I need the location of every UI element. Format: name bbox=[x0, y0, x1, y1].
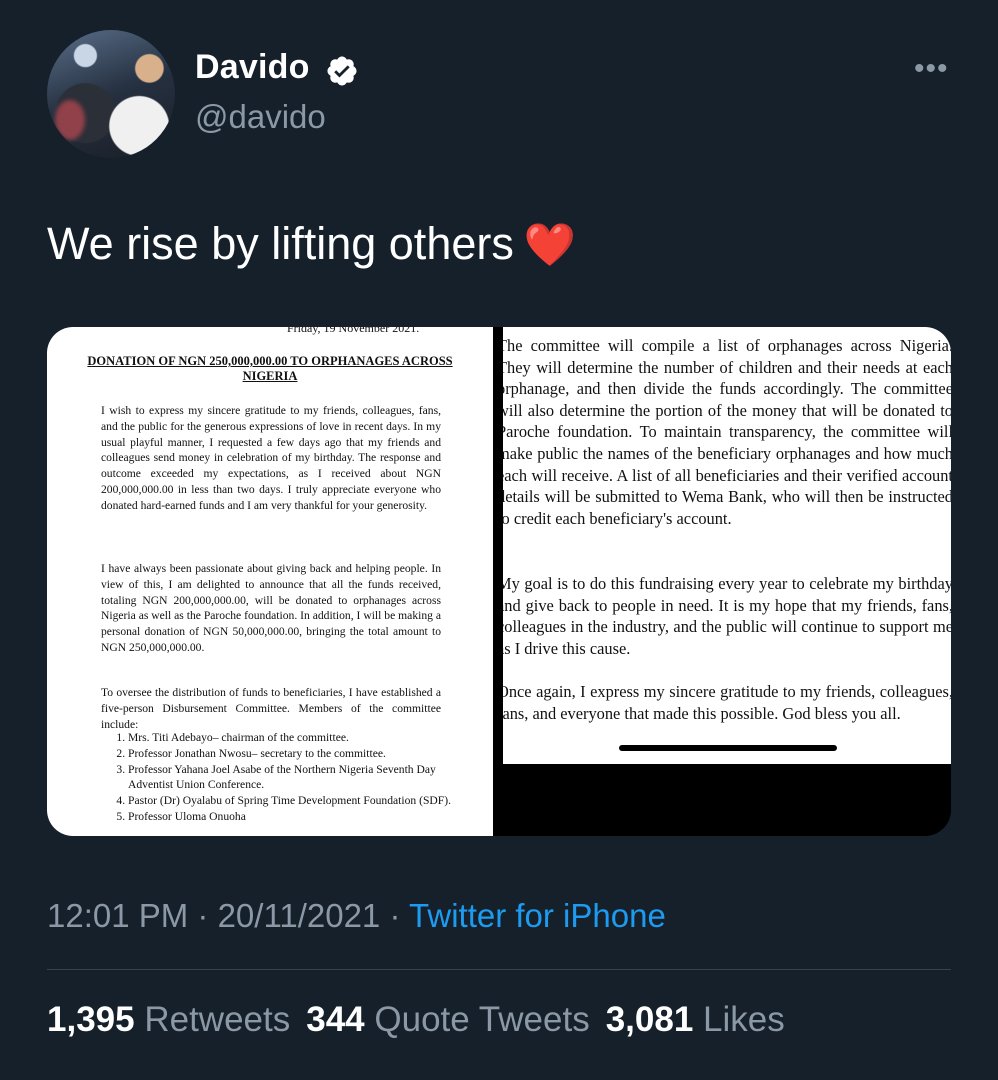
doc-paragraph: To oversee the distribution of funds to … bbox=[101, 686, 441, 731]
tweet-text: We rise by lifting others ❤️ bbox=[47, 216, 576, 273]
list-item: Pastor (Dr) Oyalabu of Spring Time Devel… bbox=[128, 793, 470, 809]
quote-tweets-stat[interactable]: 344 Quote Tweets bbox=[306, 1000, 605, 1039]
author-name[interactable]: Davido bbox=[195, 48, 310, 87]
list-item: Professor Yahana Joel Asabe of the North… bbox=[128, 762, 470, 794]
quote-tweets-count: 344 bbox=[306, 1000, 365, 1039]
author-handle[interactable]: @davido bbox=[195, 98, 326, 136]
media-grid[interactable]: Friday, 19 November 2021. DONATION OF NG… bbox=[47, 327, 951, 836]
retweets-stat[interactable]: 1,395 Retweets bbox=[47, 1000, 306, 1039]
tweet-time[interactable]: 12:01 PM bbox=[47, 897, 188, 934]
likes-count: 3,081 bbox=[605, 1000, 694, 1039]
meta-separator: · bbox=[380, 897, 410, 934]
list-item: Professor Uloma Onuoha bbox=[128, 809, 470, 825]
tweet-source-link[interactable]: Twitter for iPhone bbox=[409, 897, 666, 934]
red-heart-emoji-icon: ❤️ bbox=[523, 221, 577, 268]
tweet-body: We rise by lifting others bbox=[47, 218, 514, 269]
list-item: Mrs. Titi Adebayo– chairman of the commi… bbox=[128, 730, 470, 746]
doc-paragraph: Once again, I express my sincere gratitu… bbox=[503, 682, 951, 723]
media-image-1[interactable]: Friday, 19 November 2021. DONATION OF NG… bbox=[47, 327, 493, 836]
doc-date: Friday, 19 November 2021. bbox=[287, 327, 420, 335]
committee-list: Mrs. Titi Adebayo– chairman of the commi… bbox=[101, 730, 470, 825]
doc-heading: DONATION OF NGN 250,000,000.00 TO ORPHAN… bbox=[87, 354, 453, 383]
avatar[interactable] bbox=[47, 30, 175, 158]
more-horizontal-icon[interactable]: ••• bbox=[914, 52, 949, 86]
retweets-count: 1,395 bbox=[47, 1000, 135, 1039]
likes-label: Likes bbox=[703, 1000, 785, 1039]
tweet-meta: 12:01 PM · 20/11/2021 · Twitter for iPho… bbox=[47, 897, 666, 935]
doc-paragraph: I have always been passionate about givi… bbox=[101, 562, 441, 654]
tweet-date[interactable]: 20/11/2021 bbox=[218, 897, 381, 934]
doc-paragraph: I wish to express my sincere gratitude t… bbox=[101, 404, 441, 512]
doc-paragraph: The committee will compile a list of orp… bbox=[503, 336, 951, 528]
doc-paragraph: My goal is to do this fundraising every … bbox=[503, 574, 951, 658]
engagement-stats: 1,395 Retweets 344 Quote Tweets 3,081 Like… bbox=[47, 1000, 801, 1040]
list-item: Professor Jonathan Nwosu– secretary to t… bbox=[128, 746, 470, 762]
retweets-label: Retweets bbox=[144, 1000, 291, 1039]
quote-tweets-label: Quote Tweets bbox=[374, 1000, 590, 1039]
home-indicator bbox=[619, 745, 837, 751]
meta-separator: · bbox=[188, 897, 218, 934]
media-image-2[interactable]: The committee will compile a list of orp… bbox=[503, 327, 951, 764]
likes-stat[interactable]: 3,081 Likes bbox=[606, 1000, 801, 1039]
verified-badge-icon bbox=[327, 56, 357, 86]
divider bbox=[47, 969, 951, 970]
